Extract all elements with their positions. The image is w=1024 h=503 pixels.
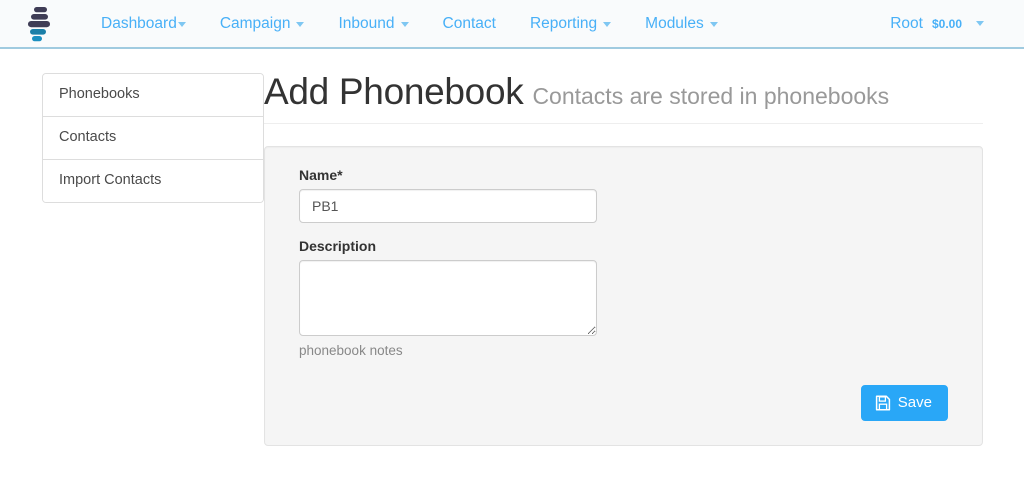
save-button[interactable]: Save <box>860 384 948 421</box>
chevron-down-icon <box>603 22 612 27</box>
name-input[interactable] <box>299 188 597 223</box>
nav-label-dashboard: Dashboard <box>101 14 177 32</box>
chevron-down-icon <box>709 22 718 27</box>
nav-item-dashboard[interactable]: Dashboard <box>84 0 203 48</box>
user-name-label: Root <box>890 14 923 32</box>
description-help-text: phonebook notes <box>299 342 403 358</box>
nav-label-inbound: Inbound <box>338 14 395 32</box>
page-title: Add Phonebook Contacts are stored in phon… <box>264 71 983 114</box>
page-header: Add Phonebook Contacts are stored in phon… <box>264 71 983 124</box>
description-textarea[interactable] <box>299 259 597 336</box>
main-content-column: Add Phonebook Contacts are stored in phon… <box>264 71 1024 446</box>
sidebar-nav-list: Phonebooks Contacts Import Contacts <box>42 73 264 203</box>
name-field-label: Name* <box>299 166 343 183</box>
nav-label-reporting: Reporting <box>529 14 598 32</box>
navbar-right-section: Root $0.00 <box>884 0 1002 48</box>
nav-item-reporting[interactable]: Reporting <box>513 0 628 48</box>
sidebar-item-phonebooks[interactable]: Phonebooks <box>43 74 263 117</box>
form-group-name: Name* <box>299 167 948 223</box>
stacked-bars-logo-icon <box>25 5 59 43</box>
add-phonebook-form-panel: Name* Description phonebook notes <box>264 145 983 446</box>
description-field-label: Description <box>299 237 377 254</box>
sidebar-item-import-contacts[interactable]: Import Contacts <box>43 159 263 202</box>
nav-item-inbound[interactable]: Inbound <box>321 0 425 48</box>
floppy-disk-save-icon <box>875 394 891 411</box>
page-subtitle: Contacts are stored in phonebooks <box>532 83 890 109</box>
account-balance-label: $0.00 <box>931 16 962 31</box>
nav-label-modules: Modules <box>645 14 704 32</box>
form-actions: Save <box>299 384 948 421</box>
save-button-label: Save <box>897 393 932 411</box>
sidebar-item-contacts[interactable]: Contacts <box>43 116 263 160</box>
chevron-down-icon <box>296 22 305 27</box>
user-account-menu[interactable]: Root $0.00 <box>884 15 990 33</box>
nav-label-contact: Contact <box>442 14 496 32</box>
nav-item-contact[interactable]: Contact <box>426 0 513 48</box>
chevron-down-icon <box>400 22 409 27</box>
chevron-down-icon <box>976 20 984 26</box>
sidebar-item-label: Import Contacts <box>59 171 162 188</box>
form-group-description: Description phonebook notes <box>299 238 948 358</box>
sidebar-column: Phonebooks Contacts Import Contacts <box>0 71 264 446</box>
nav-item-campaign[interactable]: Campaign <box>203 0 322 48</box>
nav-label-campaign: Campaign <box>219 14 291 32</box>
page-body: Phonebooks Contacts Import Contacts Add … <box>0 49 1024 446</box>
sidebar-item-label: Phonebooks <box>59 86 140 102</box>
page-title-text: Add Phonebook <box>264 71 524 112</box>
primary-nav: Dashboard Campaign Inbound Contact Repor… <box>84 0 735 48</box>
chevron-down-icon <box>177 22 186 27</box>
nav-item-modules[interactable]: Modules <box>628 0 735 48</box>
sidebar-item-label: Contacts <box>59 128 117 145</box>
brand-logo-link[interactable] <box>0 0 84 48</box>
top-navbar: Dashboard Campaign Inbound Contact Repor… <box>0 0 1024 49</box>
